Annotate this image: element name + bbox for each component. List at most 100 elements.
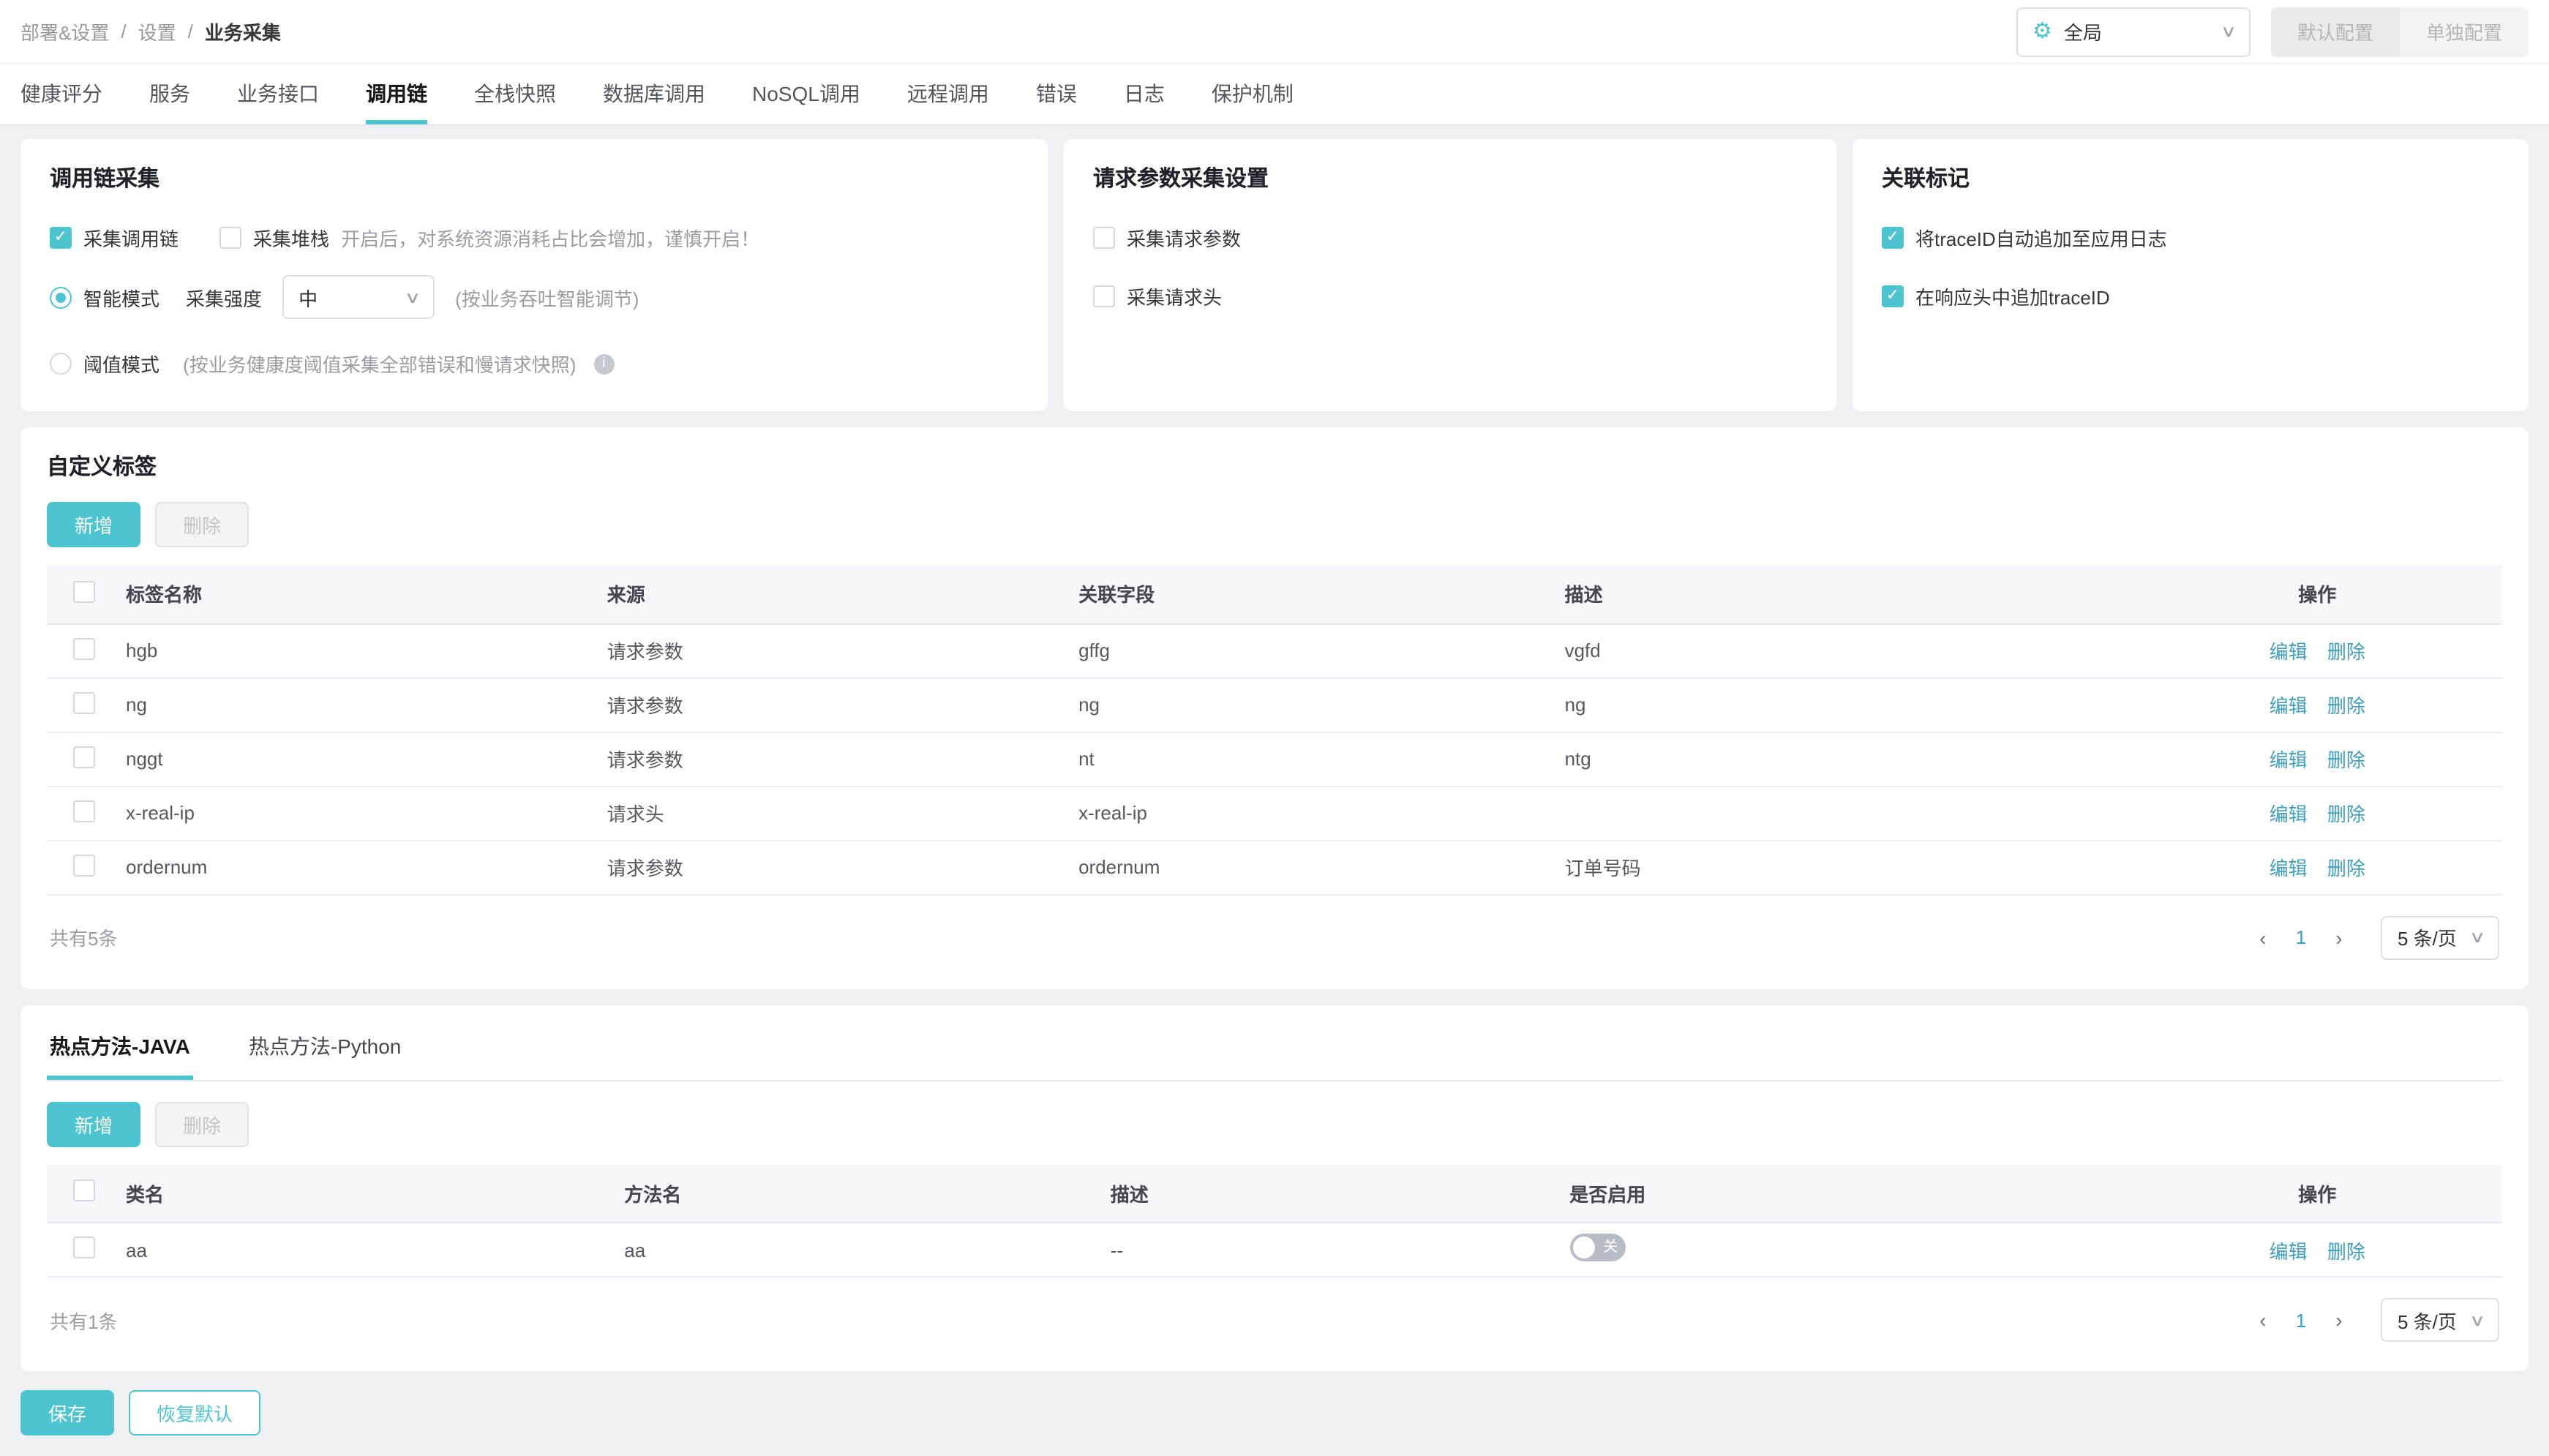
row-checkbox[interactable] — [73, 800, 95, 822]
delete-link[interactable]: 删除 — [2327, 858, 2365, 879]
single-config-button[interactable]: 单独配置 — [2399, 7, 2529, 56]
collect-request-params-checkbox[interactable] — [1093, 227, 1115, 249]
delete-tag-button[interactable]: 删除 — [155, 502, 249, 547]
tab-trace[interactable]: 调用链 — [366, 64, 427, 124]
cell-source: 请求参数 — [595, 678, 1067, 732]
scope-select[interactable]: ⚙ 全局 ∨ — [2016, 7, 2250, 56]
threshold-mode-hint: (按业务健康度阈值采集全部错误和慢请求快照) — [183, 354, 577, 376]
add-tag-button[interactable]: 新增 — [47, 502, 141, 547]
delete-link[interactable]: 删除 — [2327, 641, 2365, 663]
row-checkbox[interactable] — [73, 854, 95, 876]
topbar: 部署&设置 / 设置 / 业务采集 ⚙ 全局 ∨ 默认配置 单独配置 — [0, 0, 2549, 64]
tab-remote-call[interactable]: 远程调用 — [907, 64, 989, 124]
traceid-header-checkbox[interactable] — [1882, 285, 1904, 307]
next-page-icon[interactable]: › — [2323, 926, 2355, 949]
delete-link[interactable]: 删除 — [2327, 749, 2365, 771]
breadcrumb-separator: / — [187, 20, 193, 42]
enabled-toggle[interactable]: 关 — [1569, 1234, 1626, 1261]
tab-service[interactable]: 服务 — [149, 64, 190, 124]
page-number[interactable]: 1 — [2288, 926, 2314, 948]
cell-tag-name: nggt — [114, 732, 596, 787]
smart-mode-row: 智能模式 采集强度 中 ∨ (按业务吞吐智能调节) — [50, 275, 1018, 319]
chevron-down-icon: ∨ — [2220, 23, 2237, 41]
next-page-icon[interactable]: › — [2323, 1308, 2355, 1332]
page-size-value: 5 条/页 — [2397, 928, 2457, 950]
column-header: 标签名称 — [126, 584, 203, 607]
default-config-button[interactable]: 默认配置 — [2270, 7, 2400, 56]
cell-field: ng — [1067, 678, 1553, 732]
card-title: 请求参数采集设置 — [1093, 167, 1269, 192]
page-number[interactable]: 1 — [2288, 1309, 2314, 1331]
table-row: x-real-ip 请求头 x-real-ip 编辑 删除 — [47, 786, 2502, 841]
traceid-log-checkbox[interactable] — [1882, 227, 1904, 249]
add-method-button[interactable]: 新增 — [47, 1101, 141, 1147]
collect-request-params-label: 采集请求参数 — [1127, 228, 1242, 250]
breadcrumb-item[interactable]: 设置 — [138, 18, 176, 45]
column-header: 是否启用 — [1569, 1183, 1646, 1206]
tab-hot-methods-java[interactable]: 热点方法-JAVA — [47, 1028, 193, 1079]
tab-database-call[interactable]: 数据库调用 — [603, 64, 705, 124]
collect-request-headers-row: 采集请求头 — [1093, 282, 1807, 310]
restore-default-button[interactable]: 恢复默认 — [129, 1390, 261, 1436]
prev-page-icon[interactable]: ‹ — [2247, 1308, 2279, 1332]
save-button[interactable]: 保存 — [20, 1390, 115, 1436]
info-icon[interactable]: i — [593, 353, 615, 374]
tab-nosql-call[interactable]: NoSQL调用 — [752, 64, 860, 124]
collect-request-headers-checkbox[interactable] — [1093, 285, 1115, 307]
select-all-checkbox[interactable] — [73, 1179, 95, 1202]
delete-link[interactable]: 删除 — [2327, 695, 2365, 717]
cell-method-name: aa — [612, 1223, 1099, 1277]
custom-tags-title: 自定义标签 — [47, 455, 157, 480]
gear-icon: ⚙ — [2032, 19, 2052, 44]
edit-link[interactable]: 编辑 — [2270, 803, 2308, 825]
cell-tag-name: ordernum — [114, 840, 596, 895]
collect-trace-checkbox[interactable] — [50, 227, 72, 249]
correlation-card: 关联标记 将traceID自动追加至应用日志 在响应头中追加traceID — [1852, 139, 2529, 411]
cell-class-name: aa — [114, 1223, 613, 1277]
table-row: ng 请求参数 ng ng 编辑 删除 — [47, 678, 2502, 732]
tab-fullstack-snapshot[interactable]: 全栈快照 — [474, 64, 556, 124]
smart-mode-radio[interactable] — [50, 286, 72, 308]
edit-link[interactable]: 编辑 — [2270, 858, 2308, 879]
delete-method-button[interactable]: 删除 — [155, 1101, 249, 1147]
tab-log[interactable]: 日志 — [1124, 64, 1165, 124]
tab-protection[interactable]: 保护机制 — [1212, 64, 1294, 124]
cell-field: gffg — [1067, 623, 1553, 678]
threshold-mode-radio[interactable] — [50, 353, 72, 375]
custom-tags-footer: 共有5条 ‹ 1 › 5 条/页 ∨ — [47, 895, 2502, 974]
collect-stack-checkbox[interactable] — [219, 227, 242, 249]
edit-link[interactable]: 编辑 — [2270, 1240, 2308, 1262]
column-header: 来源 — [607, 584, 645, 607]
tab-business-api[interactable]: 业务接口 — [237, 64, 319, 124]
delete-link[interactable]: 删除 — [2327, 803, 2365, 825]
row-checkbox[interactable] — [73, 691, 95, 713]
row-checkbox[interactable] — [73, 1237, 95, 1258]
table-row: ordernum 请求参数 ordernum 订单号码 编辑 删除 — [47, 840, 2502, 895]
delete-link[interactable]: 删除 — [2327, 1240, 2365, 1262]
edit-link[interactable]: 编辑 — [2270, 695, 2308, 717]
tab-health-score[interactable]: 健康评分 — [20, 64, 102, 124]
intensity-select-value: 中 — [299, 288, 318, 309]
prev-page-icon[interactable]: ‹ — [2247, 926, 2279, 949]
custom-tags-table: 标签名称 来源 关联字段 描述 操作 hgb 请求参数 gffg vgfd 编辑… — [47, 565, 2502, 895]
table-row: nggt 请求参数 nt ntg 编辑 删除 — [47, 732, 2502, 787]
select-all-checkbox[interactable] — [73, 580, 95, 603]
row-checkbox[interactable] — [73, 746, 95, 768]
page-size-select[interactable]: 5 条/页 ∨ — [2381, 1298, 2499, 1342]
tab-hot-methods-python[interactable]: 热点方法-Python — [246, 1028, 405, 1079]
edit-link[interactable]: 编辑 — [2270, 641, 2308, 663]
page-size-select[interactable]: 5 条/页 ∨ — [2381, 915, 2499, 959]
smart-mode-label: 智能模式 — [83, 288, 160, 309]
traceid-log-label: 将traceID自动追加至应用日志 — [1915, 228, 2167, 250]
chevron-down-icon: ∨ — [404, 289, 421, 307]
row-checkbox[interactable] — [73, 637, 95, 659]
toggle-off-label: 关 — [1603, 1239, 1618, 1256]
edit-link[interactable]: 编辑 — [2270, 749, 2308, 771]
intensity-select[interactable]: 中 ∨ — [282, 275, 435, 319]
tab-error[interactable]: 错误 — [1036, 64, 1077, 124]
pagination: ‹ 1 › 5 条/页 ∨ — [2247, 915, 2499, 959]
breadcrumb-item[interactable]: 部署&设置 — [20, 18, 109, 45]
main-tabs: 健康评分 服务 业务接口 调用链 全栈快照 数据库调用 NoSQL调用 远程调用… — [0, 64, 2549, 126]
smart-mode-hint: (按业务吞吐智能调节) — [455, 288, 639, 309]
collect-stack-label: 采集堆栈 — [253, 228, 330, 250]
